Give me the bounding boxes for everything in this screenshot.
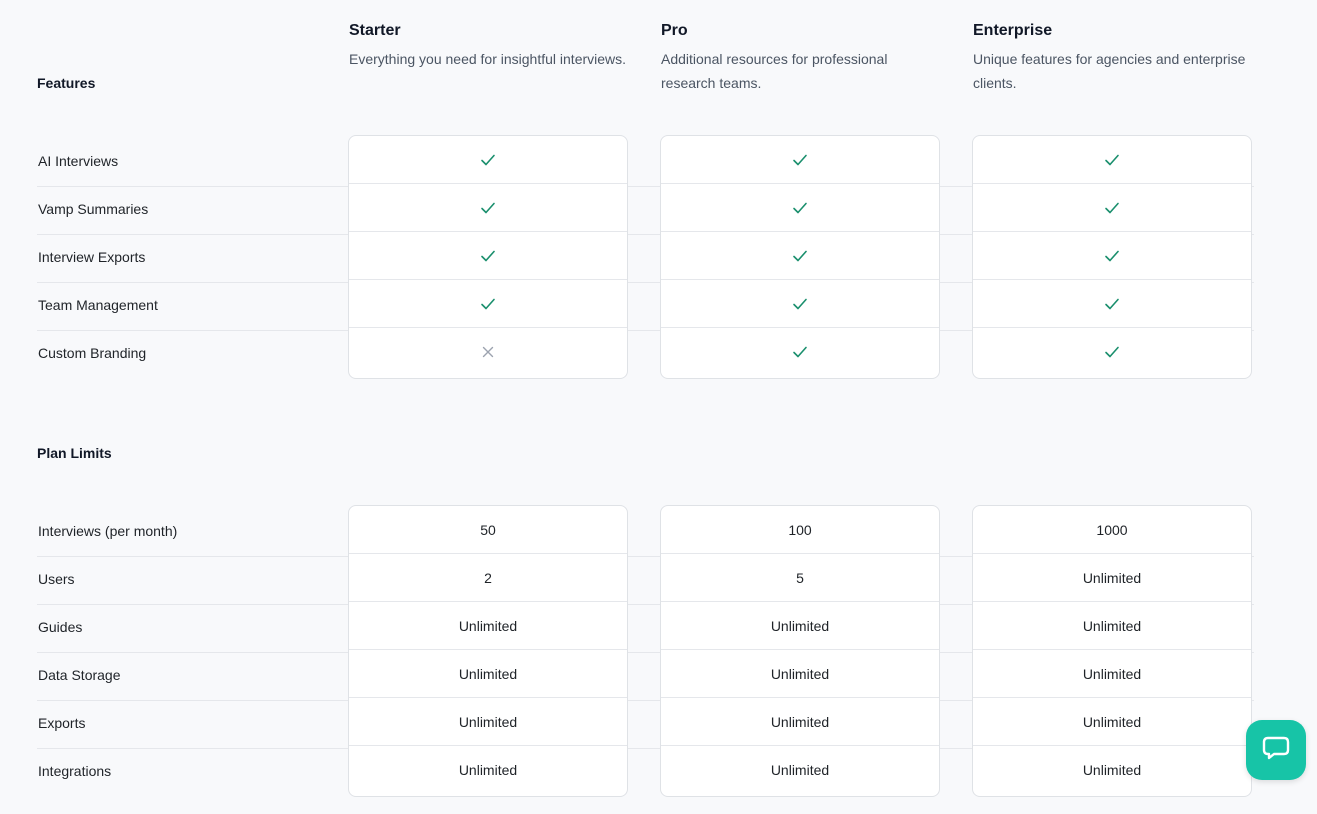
check-icon [792, 296, 808, 312]
limit-cell: Unlimited [349, 698, 627, 746]
chat-bubble-icon [1261, 733, 1291, 768]
feature-cell [973, 328, 1251, 376]
check-icon [1104, 152, 1120, 168]
check-icon [792, 152, 808, 168]
feature-cell [349, 280, 627, 328]
features-section-title: Features [37, 75, 96, 91]
limits-column-pro: 100 5 Unlimited Unlimited Unlimited Unlimited [660, 505, 940, 797]
plan-header-enterprise: Enterprise Unique features for agencies … [973, 21, 1263, 95]
limit-cell: Unlimited [458, 762, 518, 778]
features-column-pro [660, 135, 940, 379]
x-icon [481, 345, 495, 359]
feature-cell [349, 328, 627, 376]
feature-cell [661, 280, 939, 328]
plan-description: Everything you need for insightful inter… [349, 51, 627, 67]
limits-column-starter: 50 2 Unlimited Unlimited Unlimited Unlimited [348, 505, 628, 797]
features-column-enterprise [972, 135, 1252, 379]
limit-label-exports: Exports [38, 715, 86, 731]
limit-cell: Unlimited [661, 698, 939, 746]
limit-cell: Unlimited [770, 762, 830, 778]
limit-label-guides: Guides [38, 619, 83, 635]
plan-description: Additional resources for professional re… [661, 51, 888, 91]
plan-limits-section-title: Plan Limits [37, 445, 112, 461]
feature-cell [661, 232, 939, 280]
check-icon [480, 248, 496, 264]
feature-label-ai-interviews: AI Interviews [38, 153, 119, 169]
limit-cell: Unlimited [973, 698, 1251, 746]
check-icon [792, 344, 808, 360]
check-icon [1104, 200, 1120, 216]
check-icon [480, 200, 496, 216]
plan-header-pro: Pro Additional resources for professiona… [661, 21, 951, 95]
plan-description: Unique features for agencies and enterpr… [973, 51, 1246, 91]
limit-label-data-storage: Data Storage [38, 667, 121, 683]
plan-name: Enterprise [973, 22, 1053, 39]
chat-launcher-button[interactable] [1246, 720, 1306, 780]
feature-cell [973, 232, 1251, 280]
check-icon [1104, 344, 1120, 360]
limit-label-users: Users [38, 571, 75, 587]
feature-cell [973, 184, 1251, 232]
limit-cell: Unlimited [1082, 762, 1142, 778]
feature-label-interview-exports: Interview Exports [38, 249, 146, 265]
plan-name: Starter [349, 22, 401, 39]
plan-header-starter: Starter Everything you need for insightf… [349, 21, 639, 71]
limit-cell: Unlimited [349, 602, 627, 650]
check-icon [480, 152, 496, 168]
limit-cell: Unlimited [973, 554, 1251, 602]
feature-label-team-management: Team Management [38, 297, 158, 313]
limit-cell: Unlimited [661, 650, 939, 698]
features-column-starter [348, 135, 628, 379]
limit-label-integrations: Integrations [38, 763, 112, 779]
feature-cell [349, 232, 627, 280]
limit-cell: Unlimited [349, 650, 627, 698]
feature-label-custom-branding: Custom Branding [38, 345, 147, 361]
check-icon [1104, 248, 1120, 264]
check-icon [792, 200, 808, 216]
limit-cell: 50 [349, 506, 627, 554]
feature-cell [661, 184, 939, 232]
check-icon [480, 296, 496, 312]
check-icon [792, 248, 808, 264]
limit-cell: 2 [349, 554, 627, 602]
feature-cell [973, 280, 1251, 328]
limit-cell: 5 [661, 554, 939, 602]
feature-cell [661, 328, 939, 376]
plan-name: Pro [661, 22, 688, 39]
feature-cell [661, 136, 939, 184]
limit-cell: 100 [661, 506, 939, 554]
limit-cell: Unlimited [661, 602, 939, 650]
feature-cell [973, 136, 1251, 184]
feature-cell [349, 184, 627, 232]
limit-label-interviews: Interviews (per month) [38, 523, 178, 539]
check-icon [1104, 296, 1120, 312]
feature-label-vamp-summaries: Vamp Summaries [38, 201, 149, 217]
limit-cell: Unlimited [973, 602, 1251, 650]
feature-cell [349, 136, 627, 184]
limits-column-enterprise: 1000 Unlimited Unlimited Unlimited Unlimited… [972, 505, 1252, 797]
limit-cell: 1000 [973, 506, 1251, 554]
limit-cell: Unlimited [973, 650, 1251, 698]
